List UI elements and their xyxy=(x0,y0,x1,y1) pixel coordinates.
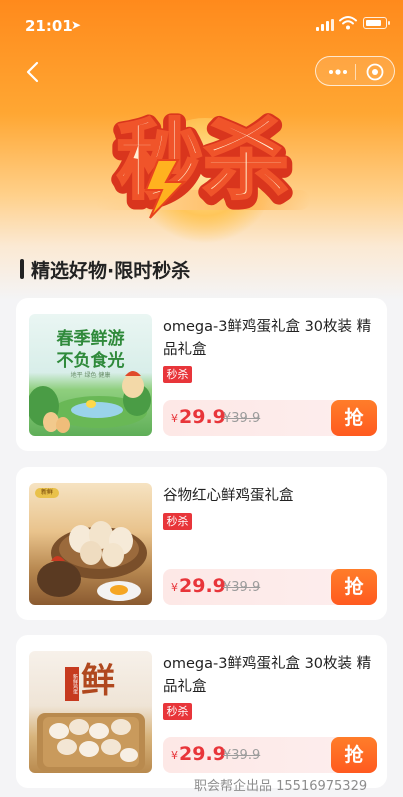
grab-button[interactable]: 抢 xyxy=(331,737,377,773)
section-title-bar xyxy=(20,259,24,279)
product-image-small: 地平 绿色 健康 xyxy=(70,372,111,379)
currency-symbol: ¥ xyxy=(171,581,178,594)
product-card[interactable]: 春季鲜游 不负食光 地平 绿色 健康 omega-3鲜鸡蛋礼盒 30枚装 精品礼… xyxy=(16,298,387,451)
price-bar: ¥ 29.9 ¥39.9 抢 xyxy=(163,400,377,436)
section-title: 精选好物·限时秒杀 xyxy=(20,257,191,282)
product-name[interactable]: 谷物红心鲜鸡蛋礼盒 xyxy=(163,485,375,508)
currency-symbol: ¥ xyxy=(171,412,178,425)
status-time: 21:01 xyxy=(25,17,73,35)
watermark-text: 职会帮企出品 15516975329 xyxy=(194,779,368,794)
location-arrow-icon: ➤ xyxy=(71,18,82,32)
capsule-divider xyxy=(355,64,356,80)
sale-price: 29.9 xyxy=(179,743,226,765)
price-bar: ¥ 29.9 ¥39.9 抢 xyxy=(163,569,377,605)
sale-price: 29.9 xyxy=(179,575,226,597)
product-image[interactable]: 新鲜 xyxy=(29,483,152,605)
wifi-icon xyxy=(339,16,357,30)
price-bar: ¥ 29.9 ¥39.9 抢 xyxy=(163,737,377,773)
flash-sale-tag: 秒杀 xyxy=(163,366,192,383)
miniapp-capsule xyxy=(315,56,395,86)
more-dots-icon[interactable] xyxy=(326,63,350,81)
hero-title-text: 秒杀 xyxy=(117,111,289,211)
back-arrow-icon[interactable] xyxy=(22,60,46,84)
product-image-big-char: 鲜 xyxy=(81,661,115,701)
flash-sale-tag: 秒杀 xyxy=(163,513,192,530)
close-target-icon[interactable] xyxy=(366,63,384,81)
original-price: ¥39.9 xyxy=(223,580,261,595)
section-title-text: 精选好物·限时秒杀 xyxy=(31,259,191,282)
product-image[interactable]: 鲜 新鲜鸡蛋 xyxy=(29,651,152,773)
original-price: ¥39.9 xyxy=(223,748,261,763)
product-image[interactable]: 春季鲜游 不负食光 地平 绿色 健康 xyxy=(29,314,152,436)
product-image-line2: 不负食光 xyxy=(56,351,125,371)
product-name[interactable]: omega-3鲜鸡蛋礼盒 30枚装 精品礼盒 xyxy=(163,653,375,699)
battery-icon xyxy=(363,17,390,29)
sale-price: 29.9 xyxy=(179,406,226,428)
product-card[interactable]: 新鲜 谷物红心鲜鸡蛋礼盒 秒杀 ¥ 29.9 ¥39.9 抢 xyxy=(16,467,387,620)
product-image-badge: 新鲜 xyxy=(35,488,59,498)
cellular-signal-icon xyxy=(316,19,334,31)
product-image-badge: 新鲜鸡蛋 xyxy=(65,667,79,701)
product-name[interactable]: omega-3鲜鸡蛋礼盒 30枚装 精品礼盒 xyxy=(163,316,375,362)
product-image-illustration xyxy=(37,521,147,601)
original-price: ¥39.9 xyxy=(223,411,261,426)
grab-button[interactable]: 抢 xyxy=(331,569,377,605)
status-bar: 21:01 ➤ xyxy=(0,0,403,44)
flash-sale-tag: 秒杀 xyxy=(163,703,192,720)
hero-title: 秒杀 秒杀 xyxy=(110,108,296,222)
currency-symbol: ¥ xyxy=(171,749,178,762)
grab-button[interactable]: 抢 xyxy=(331,400,377,436)
product-card[interactable]: 鲜 新鲜鸡蛋 omega-3鲜鸡蛋礼盒 30枚装 精品礼盒 秒杀 ¥ 29.9 … xyxy=(16,635,387,788)
